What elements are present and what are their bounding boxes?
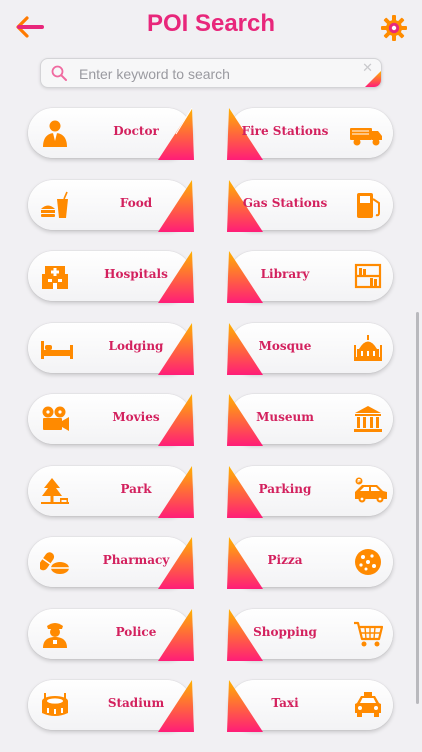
category-label: Library (260, 267, 310, 281)
category-label: Taxi (271, 696, 299, 710)
category-label: Museum (256, 410, 314, 424)
fire-truck-icon (350, 128, 382, 146)
category-shopping[interactable]: Shopping (227, 608, 393, 661)
category-row: Doctor Fire Stations (28, 108, 394, 160)
tree-icon (41, 477, 69, 504)
accent-triangle (158, 608, 194, 661)
search-icon (51, 65, 67, 81)
search-input[interactable] (77, 59, 361, 87)
category-mosque[interactable]: Mosque (227, 322, 393, 375)
category-label: Gas Stations (242, 195, 328, 210)
pills-icon (40, 552, 69, 574)
category-label: Mosque (258, 338, 312, 353)
bed-icon (41, 340, 73, 359)
category-museum[interactable]: Museum (227, 394, 393, 446)
category-label: Shopping (253, 624, 317, 639)
category-row: Hospitals Library (28, 251, 394, 303)
category-hospitals[interactable]: Hospitals (28, 251, 194, 303)
category-fire-stations[interactable]: Fire Stations (227, 108, 393, 160)
category-row: Stadium Taxi (28, 680, 394, 732)
accent-triangle (158, 251, 194, 303)
category-pizza[interactable]: Pizza (227, 537, 393, 589)
category-row: Police Shopping (28, 608, 394, 661)
hospital-icon (42, 266, 68, 289)
accent-triangle (158, 680, 194, 732)
scrollbar[interactable] (416, 312, 419, 704)
search-bar: ✕ (40, 58, 382, 88)
category-doctor[interactable]: Doctor (28, 108, 194, 160)
category-pharmacy[interactable]: Pharmacy (28, 537, 194, 589)
category-lodging[interactable]: Lodging (28, 322, 194, 375)
category-police[interactable]: Police (28, 608, 194, 661)
category-library[interactable]: Library (227, 251, 393, 303)
category-label: Pizza (267, 553, 303, 567)
accent-triangle (158, 179, 194, 232)
category-row: Food Gas Stations (28, 179, 394, 232)
accent-triangle (158, 537, 194, 589)
category-label: Parking (258, 481, 312, 496)
accent-triangle (158, 108, 194, 160)
category-gas-stations[interactable]: Gas Stations (227, 179, 393, 232)
accent-triangle (158, 394, 194, 446)
film-camera-icon (42, 406, 69, 431)
shopping-cart-icon (354, 621, 383, 646)
accent-triangle (158, 322, 194, 375)
category-grid: Doctor Fire Stations Food Gas Stations H… (28, 108, 394, 752)
category-row: Pharmacy Pizza (28, 537, 394, 589)
category-movies[interactable]: Movies (28, 394, 194, 446)
museum-icon (354, 406, 382, 432)
gas-pump-icon (357, 192, 380, 218)
police-icon (43, 622, 67, 648)
category-label: Fire Stations (241, 124, 329, 138)
page-title: POI Search (146, 10, 276, 37)
category-row: Movies Museum (28, 394, 394, 446)
library-icon (354, 263, 382, 289)
taxi-icon (355, 692, 381, 717)
pizza-icon (355, 549, 381, 575)
category-park[interactable]: Park (28, 465, 194, 518)
food-icon (41, 191, 68, 218)
top-bar: POI Search (0, 0, 422, 52)
accent-triangle (158, 465, 194, 518)
category-taxi[interactable]: Taxi (227, 680, 393, 732)
stadium-icon (42, 693, 68, 716)
mosque-icon (354, 334, 382, 361)
doctor-icon (43, 120, 67, 147)
category-food[interactable]: Food (28, 179, 194, 232)
category-parking[interactable]: Parking (227, 465, 393, 518)
category-row: Park Parking (28, 465, 394, 518)
search-corner-accent (365, 71, 381, 87)
category-stadium[interactable]: Stadium (28, 680, 194, 732)
car-parking-icon (355, 477, 387, 502)
gear-icon[interactable] (380, 14, 408, 42)
category-row: Lodging Mosque (28, 322, 394, 375)
